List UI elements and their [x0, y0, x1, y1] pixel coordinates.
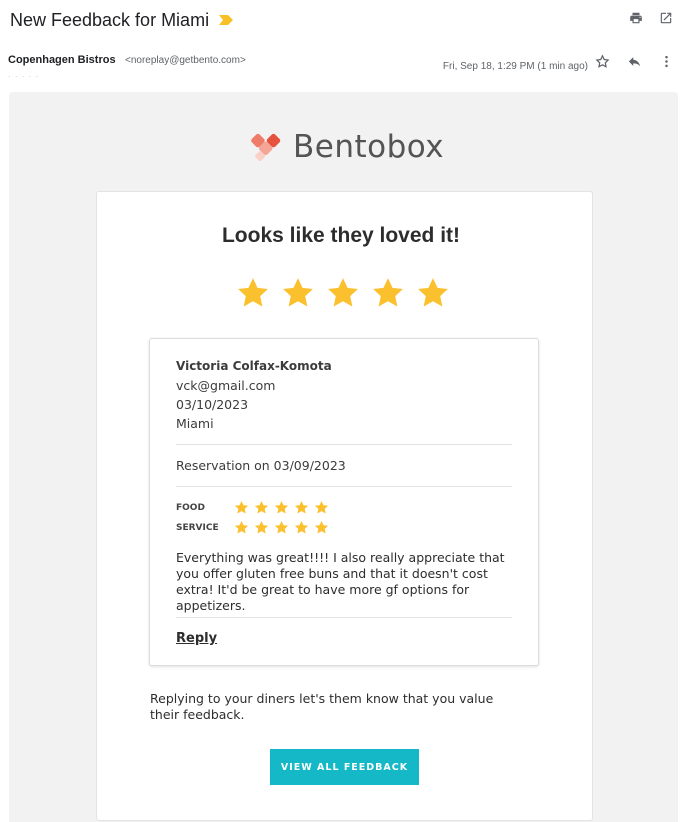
review-date: 03/10/2023 — [176, 397, 249, 412]
more-vertical-icon[interactable] — [658, 53, 674, 69]
review-location: Miami — [176, 416, 214, 431]
star-icon — [328, 278, 358, 307]
star-icon — [238, 278, 268, 307]
brand-name: Bentobox — [293, 129, 445, 165]
divider — [176, 444, 512, 445]
recipient-details[interactable]: · · · · · — [8, 72, 39, 81]
feedback-headline: Looks like they loved it! — [221, 224, 461, 247]
reviewer-name: Victoria Colfax-Komota — [176, 359, 332, 373]
open-in-new-window-icon[interactable] — [658, 10, 674, 26]
star-icon — [314, 520, 329, 534]
star-icon — [274, 500, 289, 514]
sender-name[interactable]: Copenhagen Bistros — [8, 54, 116, 66]
service-rating-stars — [234, 520, 329, 535]
star-icon — [254, 520, 269, 534]
email-subject: New Feedback for Miami — [10, 9, 210, 30]
sender-email: <noreplay@getbento.com> — [125, 55, 246, 66]
sender-row: Copenhagen Bistros <noreplay@getbento.co… — [8, 52, 674, 72]
star-icon — [234, 520, 249, 534]
reviewer-email: vck@gmail.com — [176, 378, 276, 393]
email-date: Fri, Sep 18, 1:29 PM (1 min ago) — [442, 61, 588, 72]
food-rating-stars — [234, 500, 329, 515]
brand-header: Bentobox — [247, 127, 444, 167]
email-subject-bar: New Feedback for Miami — [10, 8, 682, 32]
reservation-date: Reservation on 03/09/2023 — [176, 458, 346, 473]
reply-link[interactable]: Reply — [176, 631, 217, 646]
star-icon — [234, 500, 249, 514]
message-actions — [594, 53, 674, 69]
star-icon — [418, 278, 448, 307]
importance-marker-icon[interactable] — [219, 15, 234, 25]
star-icon — [254, 500, 269, 514]
bentobox-logo-icon — [251, 133, 281, 162]
star-icon — [294, 500, 309, 514]
star-icon — [373, 278, 403, 307]
star-outline-icon[interactable] — [594, 53, 610, 69]
divider — [176, 486, 512, 487]
footer-note: Replying to your diners let's them know … — [150, 691, 494, 722]
divider — [176, 617, 512, 618]
print-icon[interactable] — [628, 10, 644, 26]
reply-icon[interactable] — [626, 53, 642, 69]
view-all-feedback-button[interactable]: VIEW ALL FEEDBACK — [270, 749, 419, 785]
star-icon — [294, 520, 309, 534]
star-icon — [314, 500, 329, 514]
category-label-service: SERVICE — [176, 523, 219, 533]
review-comment: Everything was great!!!! I also really a… — [176, 550, 505, 613]
top-actions — [628, 10, 674, 26]
category-label-food: FOOD — [176, 503, 205, 513]
star-icon — [283, 278, 313, 307]
star-icon — [274, 520, 289, 534]
overall-rating-stars — [236, 276, 450, 310]
